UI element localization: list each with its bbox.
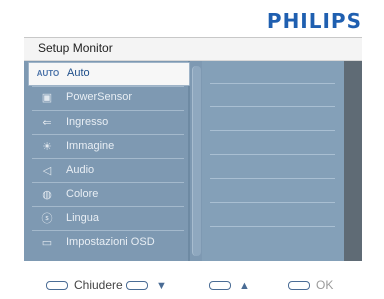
- submenu-panel: [202, 61, 362, 261]
- menu-item-label: Immagine: [66, 140, 115, 152]
- menu-item-powersensor[interactable]: ▣ PowerSensor: [28, 87, 188, 109]
- menu-item-label: Auto: [67, 67, 90, 79]
- menu-item-lingua[interactable]: ⓢ Lingua: [28, 208, 188, 230]
- menu-item-audio[interactable]: ◁ Audio: [28, 160, 188, 182]
- brightness-icon: ☀: [42, 141, 52, 153]
- osd-screen: PHILIPS Setup Monitor AUTO Auto ▣ PowerS…: [0, 0, 384, 299]
- menu-header: Setup Monitor: [24, 38, 362, 61]
- submenu-line: [210, 178, 335, 179]
- submenu-line: [210, 130, 335, 131]
- button-pill-icon: [209, 281, 231, 291]
- language-icon: ⓢ: [41, 213, 53, 225]
- menu-item-label: Audio: [66, 164, 95, 176]
- menu-item-ingresso[interactable]: ⇐ Ingresso: [28, 112, 188, 134]
- submenu-line: [210, 154, 335, 155]
- color-palette-icon: ◍: [42, 189, 52, 201]
- menu-item-label: Ingresso: [66, 116, 109, 128]
- item-separator: [32, 206, 184, 207]
- item-separator: [32, 134, 184, 135]
- input-icon: ⇐: [42, 117, 52, 129]
- menu-item-auto[interactable]: AUTO Auto: [28, 62, 190, 86]
- submenu-line: [210, 202, 335, 203]
- item-separator: [32, 158, 184, 159]
- down-arrow-icon: ▼: [156, 280, 167, 292]
- menu-item-label: Impostazioni OSD: [66, 236, 155, 248]
- submenu-line: [210, 106, 335, 107]
- panel-divider: [188, 61, 190, 261]
- button-pill-icon: [126, 281, 148, 291]
- submenu-line: [210, 226, 335, 227]
- brand-logo: PHILIPS: [266, 9, 362, 33]
- menu-item-label: PowerSensor: [66, 91, 133, 103]
- close-button[interactable]: Chiudere: [46, 278, 123, 292]
- button-pill-icon: [288, 281, 310, 291]
- up-button[interactable]: ▲: [209, 278, 250, 292]
- scrollbar[interactable]: [192, 66, 201, 256]
- ok-label: OK: [316, 278, 334, 292]
- close-label: Chiudere: [74, 278, 123, 292]
- menu-item-label: Lingua: [66, 212, 100, 224]
- down-button[interactable]: ▼: [126, 278, 167, 292]
- item-separator: [32, 230, 184, 231]
- submenu-line: [210, 83, 335, 84]
- osd-settings-icon: ▭: [41, 237, 53, 249]
- button-pill-icon: [46, 281, 68, 291]
- ok-button[interactable]: OK: [288, 278, 334, 292]
- up-arrow-icon: ▲: [239, 280, 250, 292]
- powersensor-icon: ▣: [41, 92, 53, 104]
- menu-item-label: Colore: [66, 188, 99, 200]
- submenu-edge: [344, 61, 362, 261]
- item-separator: [32, 182, 184, 183]
- menu-item-colore[interactable]: ◍ Colore: [28, 184, 188, 206]
- speaker-icon: ◁: [42, 165, 52, 177]
- item-separator: [32, 110, 184, 111]
- menu-item-immagine[interactable]: ☀ Immagine: [28, 136, 188, 158]
- menu-title: Setup Monitor: [38, 41, 113, 55]
- auto-icon: AUTO: [36, 69, 60, 78]
- menu-item-impostazioni-osd[interactable]: ▭ Impostazioni OSD: [28, 232, 188, 254]
